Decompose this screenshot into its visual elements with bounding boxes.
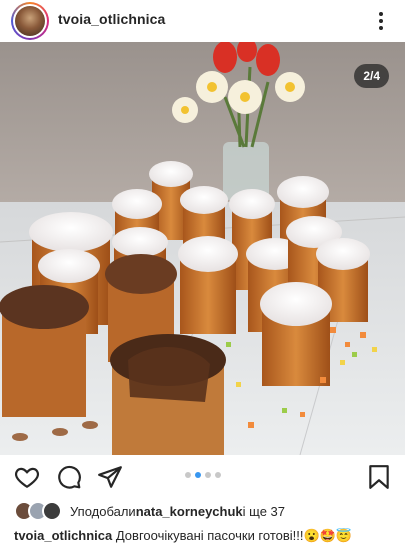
post-caption: tvoia_otlichnica Довгоочікувані пасочки … (14, 528, 399, 544)
post-username[interactable]: tvoia_otlichnica (58, 11, 165, 27)
likes-suffix: і ще 37 (242, 503, 285, 519)
caption-username[interactable]: tvoia_otlichnica (14, 528, 112, 543)
liker-avatars (14, 501, 62, 521)
slide-counter: 2/4 (354, 64, 389, 88)
carousel-dot-active (194, 472, 201, 478)
profile-avatar[interactable] (11, 2, 49, 40)
post-header: tvoia_otlichnica (0, 0, 405, 42)
more-vertical-icon[interactable] (373, 10, 389, 32)
avatar-image (15, 6, 45, 36)
likes-prefix: Уподобали (70, 503, 136, 519)
liker-username[interactable]: nata_korneychuk (136, 504, 243, 519)
easter-bread-photo (0, 42, 405, 455)
caption-text: Довгоочікувані пасочки готові!!!😮🤩😇 (112, 528, 353, 543)
carousel-dot (214, 472, 221, 478)
avatar (42, 501, 62, 521)
post-photo[interactable]: 2/4 (0, 42, 405, 455)
likes-line[interactable]: Уподобали nata_korneychuk і ще 37 (14, 500, 285, 522)
carousel-dots (0, 472, 405, 478)
carousel-dot (204, 472, 211, 478)
carousel-dot (184, 472, 191, 478)
